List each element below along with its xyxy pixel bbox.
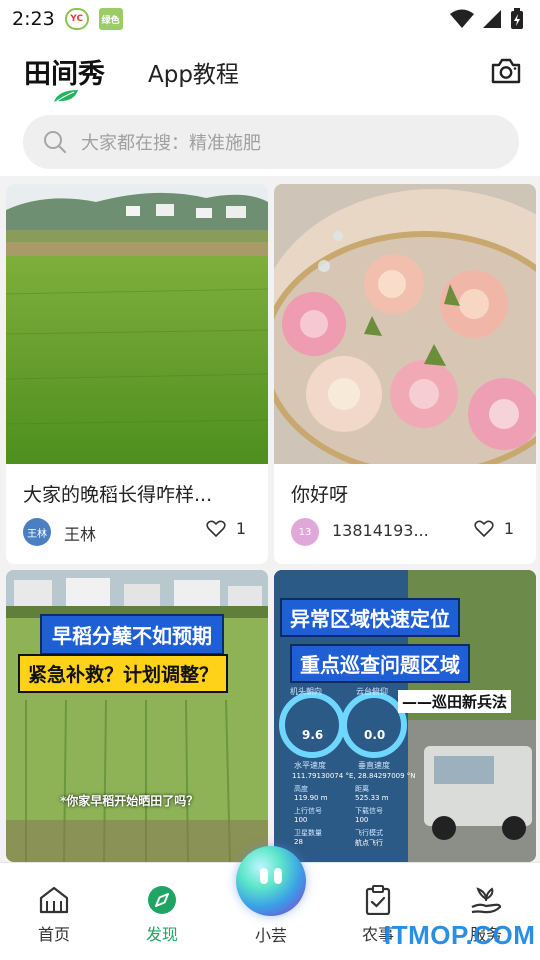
gauge-label: 云台俯仰	[356, 687, 388, 696]
gauge-label: 水平速度	[294, 761, 326, 770]
tab-app-tutorial[interactable]: App教程	[148, 55, 239, 89]
post-author[interactable]: 13814193...	[332, 521, 429, 540]
nav-label: 首页	[37, 925, 70, 944]
stat-label: 上行信号	[294, 807, 322, 815]
post-author[interactable]: 王林	[64, 521, 96, 545]
post-title: 你好呀	[291, 484, 349, 506]
camera-icon[interactable]	[490, 56, 522, 86]
watermark: ITMOP.COM	[384, 920, 536, 950]
status-bar: 2:23 YC 绿色	[0, 0, 540, 38]
nav-discover[interactable]: 发现	[122, 885, 202, 945]
avatar[interactable]: 王林	[23, 518, 51, 546]
gauge-value: 0.0	[364, 728, 386, 742]
like-count: 1	[235, 519, 246, 538]
stat-label: 飞行模式	[355, 829, 383, 837]
like-count: 1	[503, 519, 514, 538]
post-title: 大家的晚稻长得咋样...	[23, 484, 213, 506]
status-time: 2:23	[12, 8, 55, 30]
orb-eye	[274, 868, 282, 884]
heart-icon	[206, 520, 226, 537]
tab-tianjianxiu[interactable]: 田间秀	[24, 52, 105, 91]
overlay-text: 紧急补救？计划调整？	[28, 664, 219, 686]
heart-icon	[474, 520, 494, 537]
stat-value: 119.90 m	[294, 794, 328, 802]
overlay-banner: 紧急补救？计划调整？	[18, 654, 229, 693]
gauge-value: 9.6	[302, 728, 324, 742]
stat-value: 525.33 m	[355, 794, 389, 802]
feed-card[interactable]: 早稻分蘖不如预期 紧急补救？计划调整？ *你家早稻开始晒田了吗？	[6, 570, 268, 862]
post-image	[6, 184, 268, 464]
overlay-text: 异常区域快速定位	[290, 607, 450, 631]
hand-sprout-icon	[471, 887, 502, 914]
stat-label: 卫星数量	[294, 829, 322, 837]
stat-label: 下载信号	[355, 807, 383, 815]
nav-label: 发现	[145, 925, 178, 944]
wifi-icon	[450, 9, 474, 28]
stat-value: 28	[294, 838, 303, 846]
home-icon	[39, 886, 69, 914]
assistant-orb-button[interactable]	[236, 846, 306, 916]
overlay-banner: 异常区域快速定位	[280, 598, 460, 637]
overlay-caption: ——巡田新兵法	[398, 690, 512, 713]
leaf-icon	[53, 90, 78, 104]
signal-icon	[483, 10, 501, 28]
post-image	[274, 184, 536, 464]
coords-readout: 111.79130074 °E, 28.84297009 °N	[292, 772, 416, 780]
compass-icon	[148, 886, 176, 914]
feed-card[interactable]: 你好呀 13 13814193... 1	[274, 184, 536, 564]
nav-label: 小芸	[254, 926, 287, 945]
notification-app-icon: YC	[64, 8, 89, 30]
clipboard-check-icon	[365, 885, 391, 915]
nav-home[interactable]: 首页	[14, 885, 94, 945]
battery-icon	[511, 8, 523, 29]
search-bar[interactable]: 大家都在搜：精准施肥	[23, 115, 519, 169]
overlay-text: 早稻分蘖不如预期	[52, 624, 212, 648]
feed-card[interactable]: 大家的晚稻长得咋样... 王林 王林 1	[6, 184, 268, 564]
overlay-banner: 重点巡查问题区域	[290, 644, 470, 683]
notification-app-icon: 绿色	[98, 8, 123, 30]
stats-grid: 高度 119.90 m 距离 525.33 m 上行信号 100 下载信号 100 卫星…	[294, 784, 410, 848]
stat-value: 100	[294, 816, 308, 824]
avatar[interactable]: 13	[291, 518, 319, 546]
stat-label: 距离	[355, 785, 369, 793]
overlay-text: 重点巡查问题区域	[300, 653, 460, 677]
stat-value: 航点飞行	[355, 839, 383, 847]
overlay-banner: 早稻分蘖不如预期	[40, 614, 224, 655]
stat-value: 100	[355, 816, 369, 824]
search-icon	[44, 131, 67, 154]
header: 田间秀 App教程 大家都在搜：精准施肥	[0, 38, 540, 176]
gauge-label: 机头朝向	[290, 687, 322, 696]
gauge-label: 垂直速度	[358, 761, 390, 770]
stat-label: 高度	[294, 785, 308, 793]
orb-eye	[260, 868, 268, 884]
search-placeholder: 大家都在搜：精准施肥	[81, 133, 261, 154]
overlay-caption: *你家早稻开始晒田了吗？	[60, 794, 199, 808]
like-button[interactable]: 1	[206, 519, 246, 538]
like-button[interactable]: 1	[474, 519, 514, 538]
feed-card[interactable]: 异常区域快速定位 重点巡查问题区域 ——巡田新兵法 机头朝向 云台俯仰 9.6 …	[274, 570, 536, 862]
